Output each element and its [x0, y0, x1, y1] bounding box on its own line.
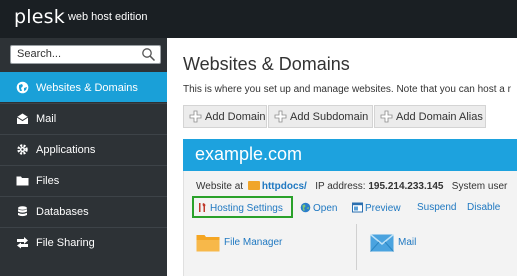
- search-placeholder: Search...: [17, 48, 62, 60]
- domain-info-row: Website at httpdocs/ IP address: 195.214…: [196, 181, 507, 192]
- globe-icon: [16, 81, 29, 94]
- sidebar-item-files[interactable]: Files: [0, 165, 167, 195]
- plus-icon: [380, 110, 393, 123]
- sidebar-item-file-sharing[interactable]: File Sharing: [0, 227, 167, 257]
- sidebar-item-label: Websites & Domains: [36, 82, 138, 94]
- plus-icon: [189, 110, 202, 123]
- sidebar-item-label: File Sharing: [36, 237, 95, 249]
- page-description: This is where you set up and manage webs…: [183, 84, 511, 95]
- sidebar-item-label: Databases: [36, 206, 89, 218]
- tools-icon: [199, 203, 206, 212]
- docroot-link[interactable]: httpdocs/: [262, 181, 307, 192]
- add-domain-label: Add Domain: [205, 111, 266, 123]
- hosting-settings-label: Hosting Settings: [210, 203, 283, 214]
- sidebar-item-databases[interactable]: Databases: [0, 196, 167, 226]
- tool-divider: [356, 224, 357, 270]
- add-subdomain-button[interactable]: Add Subdomain: [268, 105, 373, 128]
- disable-link[interactable]: Disable: [467, 202, 500, 213]
- domain-header: example.com: [183, 139, 517, 171]
- open-label: Open: [313, 203, 338, 214]
- domain-panel: Website at httpdocs/ IP address: 195.214…: [183, 171, 517, 276]
- folder-icon: [247, 181, 260, 190]
- sidebar-item-mail[interactable]: Mail: [0, 103, 167, 133]
- open-globe-icon: [300, 202, 311, 213]
- top-bar: plesk web host edition: [0, 0, 517, 38]
- envelope-icon: [370, 234, 394, 252]
- plesk-logo[interactable]: plesk web host edition: [14, 6, 147, 28]
- gear-icon: [17, 144, 28, 155]
- sidebar-item-label: Applications: [36, 144, 96, 156]
- page-title: Websites & Domains: [183, 54, 350, 74]
- database-icon: [18, 206, 27, 217]
- preview-icon: [352, 202, 363, 213]
- mail-icon: [16, 113, 29, 124]
- system-user-label: System user: [451, 181, 508, 192]
- suspend-link[interactable]: Suspend: [417, 202, 456, 213]
- sidebar-item-label: Files: [36, 175, 60, 187]
- add-domain-button[interactable]: Add Domain: [183, 105, 267, 128]
- brand-name: plesk: [14, 6, 65, 28]
- folder-icon: [196, 235, 220, 252]
- ip-address: 195.214.233.145: [368, 181, 444, 192]
- add-domain-alias-button[interactable]: Add Domain Alias: [374, 105, 486, 128]
- open-link[interactable]: Open: [300, 202, 337, 214]
- sidebar: Search... Websites & Domains Mail Applic…: [0, 38, 167, 276]
- sidebar-item-websites-domains[interactable]: Websites & Domains: [0, 72, 167, 102]
- share-icon: [17, 237, 28, 249]
- folder-icon: [16, 176, 29, 186]
- sidebar-item-applications[interactable]: Applications: [0, 134, 167, 164]
- brand-edition: web host edition: [67, 11, 148, 23]
- main-content: Websites & Domains This is where you set…: [167, 38, 517, 276]
- add-subdomain-label: Add Subdomain: [290, 111, 369, 123]
- mail-label: Mail: [398, 237, 417, 248]
- ip-label: IP address:: [315, 181, 366, 192]
- preview-link[interactable]: Preview: [352, 202, 401, 214]
- search-input[interactable]: Search...: [10, 45, 161, 64]
- file-manager-tool[interactable]: File Manager: [196, 226, 346, 266]
- plus-icon: [274, 110, 287, 123]
- hosting-settings-link[interactable]: Hosting Settings: [197, 202, 283, 214]
- domain-name[interactable]: example.com: [195, 144, 302, 165]
- add-domain-alias-label: Add Domain Alias: [396, 111, 483, 123]
- mail-tool[interactable]: Mail: [370, 226, 517, 266]
- file-manager-label: File Manager: [224, 237, 283, 248]
- search-icon[interactable]: [141, 47, 156, 62]
- website-at-label: Website at: [196, 181, 244, 192]
- sidebar-item-label: Mail: [36, 113, 57, 125]
- preview-label: Preview: [365, 203, 401, 214]
